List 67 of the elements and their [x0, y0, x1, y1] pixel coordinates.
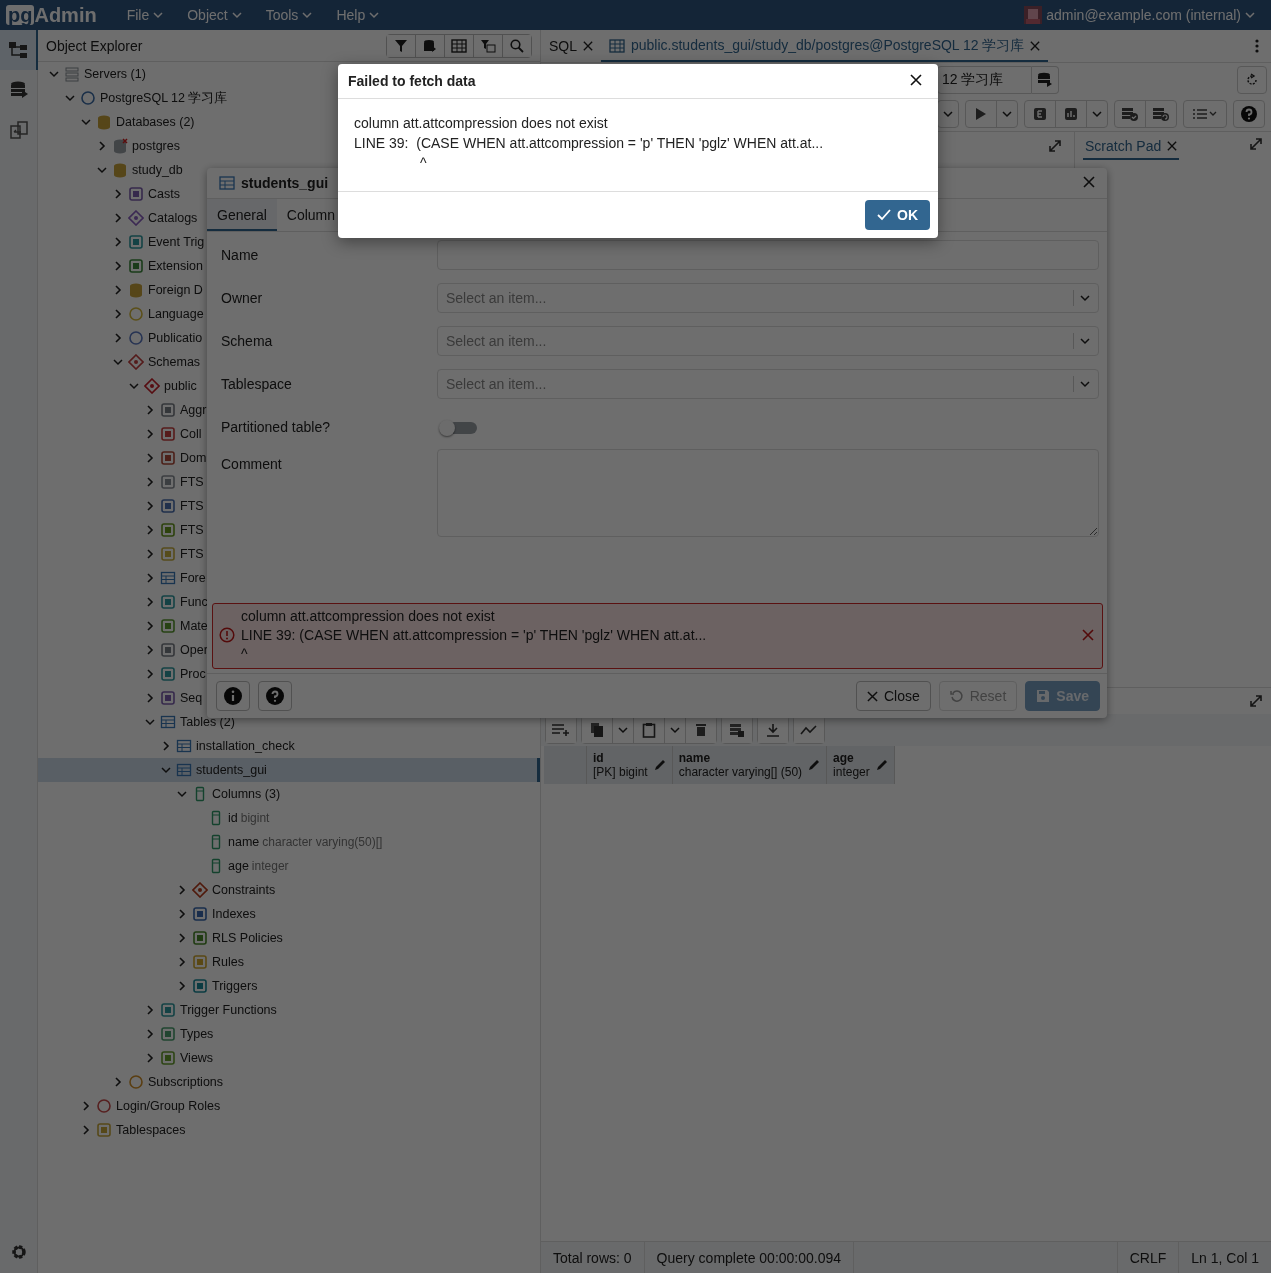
error-text: column att.attcompression does not exist [241, 608, 496, 624]
column-type: bigint [240, 811, 270, 825]
field-label: Schema [221, 332, 274, 349]
column-type: integer [251, 859, 289, 873]
tree-label: Foreign D [148, 283, 203, 297]
tree-label: Coll [180, 427, 202, 441]
field-label: Name [221, 246, 260, 263]
logo: pgAdmin [6, 3, 97, 27]
tree-label: id [228, 811, 238, 825]
tree-label: Mate [180, 619, 208, 633]
tree-label: Tablespaces [116, 1123, 186, 1137]
tree-label: Trigger Functions [180, 1003, 277, 1017]
status-text: CRLF [1116, 1242, 1180, 1273]
status-text: Ln 1, Col 1 [1190, 1248, 1260, 1268]
tree-label: Servers (1) [84, 67, 146, 81]
field-label: Comment [221, 455, 283, 472]
tree-label: Views [180, 1051, 214, 1065]
dialog-title: students_gui [241, 175, 329, 191]
panel-title: Object Explorer [46, 37, 143, 54]
error-text: LINE 39: (CASE WHEN att.attcompression = 'p' THEN 'pglz' WHEN att.at... [241, 627, 708, 643]
column-type: character varying(50)[] [262, 835, 383, 849]
tree-label: Types [180, 1027, 214, 1041]
status-text: Total rows: 0 [541, 1242, 645, 1273]
tree-label: Rules [212, 955, 244, 969]
tree-label: Extension [148, 259, 203, 273]
error-text: ^ [241, 646, 249, 662]
tree-label: FTS [180, 499, 204, 513]
tree-label: Proc [180, 667, 206, 681]
alert-text: LINE 39: (CASE WHEN att.attcompression = 'p' THEN 'pglz' WHEN att.at... [354, 135, 825, 151]
tree-label: FTS [180, 547, 204, 561]
tree-label: Func [180, 595, 208, 609]
tree-label: FTS [180, 475, 204, 489]
tree-label: Dom [180, 451, 207, 465]
tree-label: public [164, 379, 197, 393]
tree-label: Oper [180, 643, 208, 657]
tree-label: Triggers [212, 979, 258, 993]
tree-label: Seq [180, 691, 203, 705]
tree-label: study_db [132, 163, 183, 177]
field-label: Partitioned table? [221, 418, 331, 435]
tree-label: Casts [148, 187, 180, 201]
tree-label: age [228, 859, 249, 873]
status-text: Query complete 00:00:00.094 [644, 1242, 855, 1273]
tree-label: installation_check [196, 739, 295, 753]
tree-label: Subscriptions [148, 1075, 224, 1089]
alert-text: column att.attcompression does not exist [354, 115, 609, 131]
tree-label: PostgreSQL 12 学习库 [100, 89, 228, 107]
tree-label: Columns (3) [212, 787, 281, 801]
alert-text: ^ [419, 155, 428, 171]
tree-label: Event Trig [148, 235, 205, 249]
field-label: Owner [221, 289, 264, 306]
tree-label: postgres [132, 139, 180, 153]
tree-label: Publicatio [148, 331, 203, 345]
tree-label: Schemas [148, 355, 201, 369]
tree-label: Aggr [180, 403, 207, 417]
tree-label: Catalogs [148, 211, 198, 225]
tree-label: students_gui [196, 763, 267, 777]
tree-label: Indexes [212, 907, 256, 921]
tree-label: name [228, 835, 260, 849]
tree-label: Constraints [212, 883, 276, 897]
tree-label: Fore [180, 571, 206, 585]
tree-label: Language [148, 307, 204, 321]
tree-label: FTS [180, 523, 204, 537]
tree-label: Login/Group Roles [116, 1099, 221, 1113]
field-label: Tablespace [221, 375, 293, 392]
tree-label: RLS Policies [212, 931, 283, 945]
tree-label: Databases (2) [116, 115, 195, 129]
dialog-title: Failed to fetch data [348, 73, 476, 89]
